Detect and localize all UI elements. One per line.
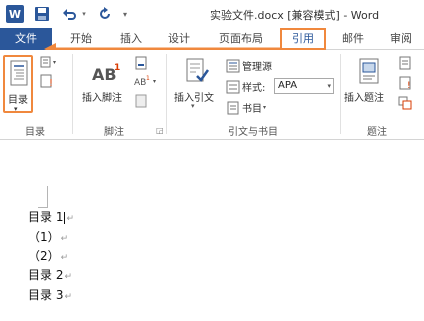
bibliography-button[interactable]: 书目 ▾	[226, 100, 266, 115]
insert-caption-button[interactable]: 插入题注	[344, 89, 384, 104]
tab-mailings[interactable]: 邮件	[334, 28, 372, 50]
group-label-captions: 题注	[367, 127, 387, 138]
style-selector-label: 样式:	[226, 79, 265, 94]
citation-style-select[interactable]: APA ▾	[274, 78, 334, 94]
doc-line-text: 目录 1	[28, 210, 64, 224]
show-notes-icon	[135, 94, 147, 108]
style-icon	[226, 80, 240, 93]
insert-endnote-button[interactable]	[134, 56, 148, 70]
doc-line-text: （2）	[28, 249, 60, 263]
cross-reference-icon	[398, 96, 412, 110]
next-footnote-button[interactable]: AB 1 ▾	[134, 74, 156, 88]
insert-caption-icon[interactable]	[358, 58, 380, 90]
update-figures-button[interactable]: !	[398, 76, 412, 90]
paragraph-mark: ↵	[66, 214, 74, 224]
customize-qat-icon[interactable]: ▾	[120, 5, 130, 23]
add-text-button[interactable]: ▾	[40, 56, 56, 68]
chevron-down-icon: ▾	[14, 105, 18, 113]
doc-line-text: 目录 3	[28, 288, 64, 302]
toc-button[interactable]: 目录 ▾	[3, 55, 33, 113]
doc-line-item-1[interactable]: （1）↵	[28, 228, 68, 245]
toc-button-label: 目录	[8, 95, 28, 106]
insert-footnote-icon[interactable]: AB 1	[92, 62, 122, 88]
chevron-down-icon: ▾	[153, 77, 157, 85]
document-canvas[interactable]: 目录 1 ↵ （1）↵ （2）↵ 目录 2↵ 目录 3↵	[0, 141, 424, 321]
document-title: 实验文件.docx [兼容模式] - Word	[210, 9, 380, 22]
svg-text:!: !	[49, 78, 53, 88]
svg-text:1: 1	[114, 63, 120, 73]
save-icon[interactable]	[34, 5, 50, 23]
chevron-down-icon: ▾	[53, 58, 57, 66]
doc-line-toc-1[interactable]: 目录 1 ↵	[28, 208, 74, 225]
word-window: W ▾ ▾ 实验文件.docx [兼容模式] - Word 文件 开始 插入 设…	[0, 0, 424, 321]
style-label: 样式:	[242, 83, 266, 94]
next-footnote-icon: AB 1	[134, 75, 150, 88]
svg-text:1: 1	[146, 75, 150, 82]
tab-review[interactable]: 审阅	[382, 28, 420, 50]
doc-line-toc-3[interactable]: 目录 3↵	[28, 286, 72, 303]
update-table-icon: !	[40, 74, 53, 88]
update-table-button[interactable]: !	[40, 74, 54, 88]
group-label-toc: 目录	[25, 127, 45, 138]
table-of-figures-icon	[399, 56, 411, 70]
manage-sources-button[interactable]: 管理源	[226, 58, 272, 73]
group-separator	[340, 54, 341, 134]
paragraph-mark: ↵	[60, 253, 69, 263]
group-label-citations: 引文与书目	[228, 127, 278, 138]
bibliography-label: 书目	[242, 104, 262, 115]
cross-reference-button[interactable]	[398, 96, 412, 110]
chevron-down-icon: ▾	[263, 104, 267, 111]
margin-corner-mark	[38, 186, 48, 208]
svg-text:AB: AB	[134, 78, 146, 88]
toc-icon	[10, 60, 28, 86]
manage-sources-icon	[226, 59, 240, 72]
doc-line-toc-2[interactable]: 目录 2↵	[28, 266, 72, 283]
insert-footnote-button[interactable]: 插入脚注	[82, 89, 122, 104]
undo-icon[interactable]	[62, 5, 76, 23]
ribbon-references: 目录 ▾ ▾ ! 目录 AB 1 插入脚注 AB 1 ▾ 脚注 ◲ 插入引文 ▾…	[0, 50, 424, 140]
paragraph-mark: ↵	[60, 234, 69, 244]
undo-dropdown-icon[interactable]: ▾	[80, 5, 88, 23]
word-logo-icon: W	[6, 5, 24, 23]
dialog-launcher-icon[interactable]: ◲	[156, 126, 164, 135]
insert-citation-icon[interactable]	[184, 58, 210, 90]
group-separator	[72, 54, 73, 134]
show-notes-button[interactable]	[134, 94, 148, 108]
title-bar: W ▾ ▾ 实验文件.docx [兼容模式] - Word	[0, 0, 424, 28]
paragraph-mark: ↵	[64, 292, 72, 302]
chevron-down-icon: ▾	[191, 102, 195, 110]
group-label-footnotes: 脚注	[104, 127, 124, 138]
svg-text:!: !	[407, 81, 411, 90]
insert-table-of-figures-button[interactable]	[398, 56, 412, 70]
add-text-icon	[40, 56, 51, 68]
paragraph-mark: ↵	[64, 272, 72, 282]
group-separator	[166, 54, 167, 134]
repeat-icon[interactable]	[98, 5, 112, 23]
doc-line-text: （1）	[28, 230, 60, 244]
chevron-down-icon: ▾	[327, 82, 331, 90]
manage-sources-label: 管理源	[242, 62, 272, 73]
citation-style-value: APA	[278, 80, 298, 91]
svg-text:AB: AB	[92, 65, 117, 84]
insert-endnote-icon	[135, 56, 147, 70]
doc-line-text: 目录 2	[28, 268, 64, 282]
doc-line-item-2[interactable]: （2）↵	[28, 247, 68, 264]
update-figures-icon: !	[399, 76, 411, 90]
bibliography-icon	[227, 101, 239, 114]
